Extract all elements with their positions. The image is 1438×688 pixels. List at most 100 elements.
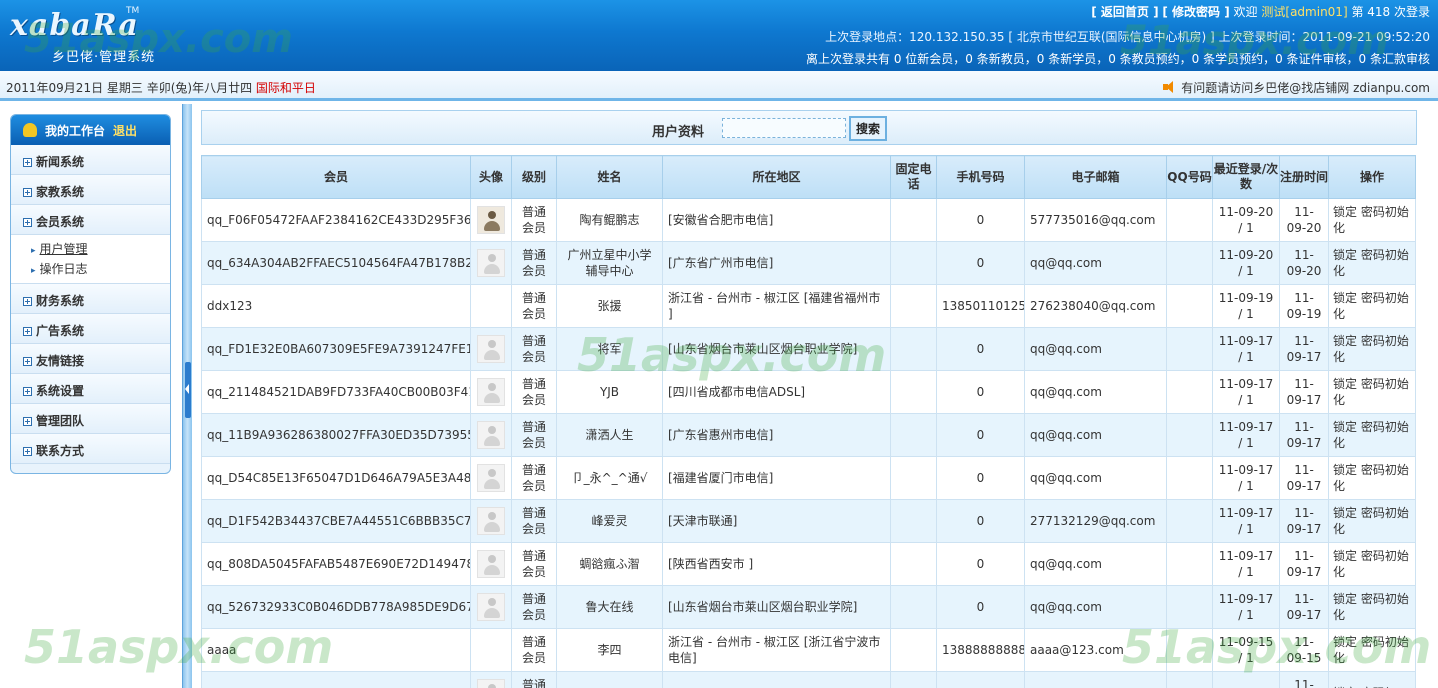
cell-actions[interactable]: 锁定 密码初始化 bbox=[1328, 628, 1416, 672]
cell-qq bbox=[1166, 370, 1213, 414]
sidebar-item-contact[interactable]: 联系方式 bbox=[11, 434, 170, 464]
row-actions-link[interactable]: 锁定 密码初始化 bbox=[1333, 635, 1409, 665]
logo-tm: TM bbox=[126, 6, 140, 16]
col-header-phone[interactable]: 固定电话 bbox=[890, 155, 937, 199]
col-header-avatar[interactable]: 头像 bbox=[470, 155, 512, 199]
cell-qq bbox=[1166, 327, 1213, 371]
col-header-region[interactable]: 所在地区 bbox=[662, 155, 891, 199]
cell-actions[interactable]: 锁定 密码初始化 bbox=[1328, 370, 1416, 414]
sidebar-item-settings[interactable]: 系统设置 bbox=[11, 374, 170, 404]
cell-name: 蜩谽瘋ふ潪 bbox=[556, 542, 663, 586]
cell-actions[interactable]: 锁定 密码初始化 bbox=[1328, 499, 1416, 543]
cell-actions[interactable]: 锁定 密码初始化 bbox=[1328, 284, 1416, 328]
cell-region: [山东省烟台市莱山区烟台职业学院] bbox=[662, 585, 891, 629]
cell-phone bbox=[890, 241, 937, 285]
search-input[interactable] bbox=[722, 118, 846, 138]
cell-member: qq_D1F542B34437CBE7A44551C6BBB35C70 bbox=[201, 499, 471, 543]
sidebar-item-team[interactable]: 管理团队 bbox=[11, 404, 170, 434]
cell-name: 潇洒人生 bbox=[556, 413, 663, 457]
help-text[interactable]: 有问题请访问乡巴佬@找店铺网 zdianpu.com bbox=[1163, 79, 1430, 96]
row-actions-link[interactable]: 锁定 密码初始化 bbox=[1333, 506, 1409, 536]
row-actions-link[interactable]: 锁定 密码初始化 bbox=[1333, 377, 1409, 407]
row-actions-link[interactable]: 锁定 密码初始化 bbox=[1333, 463, 1409, 493]
cell-actions[interactable]: 锁定 密码初始化 bbox=[1328, 542, 1416, 586]
cell-member: qq_D54C85E13F65047D1D646A79A5E3A489 bbox=[201, 456, 471, 500]
cell-actions[interactable]: 锁定 密码初始化 bbox=[1328, 241, 1416, 285]
sidebar-item-label: 财务系统 bbox=[36, 294, 85, 308]
sidebar-item-label: 家教系统 bbox=[36, 185, 85, 199]
col-header-last-login[interactable]: 最近登录/次数 bbox=[1212, 155, 1280, 199]
cell-actions[interactable]: 锁定 密码初始化 bbox=[1328, 327, 1416, 371]
sidebar-item-label: 管理团队 bbox=[36, 414, 85, 428]
sidebar-item-links[interactable]: 友情链接 bbox=[11, 344, 170, 374]
col-header-mobile[interactable]: 手机号码 bbox=[936, 155, 1025, 199]
avatar-icon bbox=[477, 593, 505, 621]
speaker-icon bbox=[1163, 81, 1177, 93]
cell-mobile: 0 bbox=[936, 413, 1025, 457]
collapse-sidebar-toggle[interactable] bbox=[185, 362, 191, 418]
cell-mobile: 0 bbox=[936, 499, 1025, 543]
sidebar-item-tutoring[interactable]: 家教系统 bbox=[11, 175, 170, 205]
row-actions-link[interactable]: 锁定 密码初始化 bbox=[1333, 291, 1409, 321]
cell-avatar bbox=[470, 413, 512, 457]
top-header: xabaRa TM 乡巴佬·管理系统 [ 返回首页 ] [ 修改密码 ] 欢迎 … bbox=[0, 0, 1438, 71]
cell-qq bbox=[1166, 284, 1213, 328]
sidebar-item-ads[interactable]: 广告系统 bbox=[11, 314, 170, 344]
col-header-email[interactable]: 电子邮箱 bbox=[1024, 155, 1167, 199]
cell-mobile: 13850110125 bbox=[936, 284, 1025, 328]
sidebar-splitter[interactable] bbox=[182, 104, 192, 688]
sidebar-panel: 我的工作台 退出 新闻系统 家教系统 会员系统 ▸ 用户管理 ▸ 操作日志 财务系统 … bbox=[0, 104, 182, 688]
col-header-member[interactable]: 会员 bbox=[201, 155, 471, 199]
cell-last-login: 11-09-17 / 1 bbox=[1212, 413, 1280, 457]
col-header-qq[interactable]: QQ号码 bbox=[1166, 155, 1213, 199]
cell-actions[interactable]: 锁定 密码初始化 bbox=[1328, 585, 1416, 629]
cell-level: 普通会员 bbox=[511, 241, 557, 285]
sidebar-item-members[interactable]: 会员系统 bbox=[11, 205, 170, 235]
cell-phone bbox=[890, 413, 937, 457]
cell-region: [广东省惠州市电信] bbox=[662, 413, 891, 457]
cell-actions[interactable]: 锁定 密码初 bbox=[1328, 671, 1416, 688]
cell-phone bbox=[890, 585, 937, 629]
cell-mobile: 13888888888 bbox=[936, 628, 1025, 672]
cell-level: 普通会员 bbox=[511, 456, 557, 500]
cell-qq bbox=[1166, 413, 1213, 457]
row-actions-link[interactable]: 锁定 密码初始化 bbox=[1333, 205, 1409, 235]
cell-qq bbox=[1166, 585, 1213, 629]
col-header-reg-time[interactable]: 注册时间 bbox=[1279, 155, 1329, 199]
help-link[interactable]: 有问题请访问乡巴佬@找店铺网 zdianpu.com bbox=[1181, 81, 1430, 95]
cell-actions[interactable]: 锁定 密码初始化 bbox=[1328, 456, 1416, 500]
cell-mobile: 0 bbox=[936, 585, 1025, 629]
table-row: qq_808DA5045FAFAB5487E690E72D149478 普通会员蜩… bbox=[201, 542, 1416, 586]
cell-actions[interactable]: 锁定 密码初始化 bbox=[1328, 198, 1416, 242]
cell-actions[interactable]: 锁定 密码初始化 bbox=[1328, 413, 1416, 457]
table-row: 普通会员11-09-11-09-锁定 密码初 bbox=[201, 671, 1416, 688]
change-password-link[interactable]: [ 修改密码 ] bbox=[1162, 5, 1229, 19]
sidebar-item-finance[interactable]: 财务系统 bbox=[11, 284, 170, 314]
cell-phone bbox=[890, 284, 937, 328]
cell-region: [陕西省西安市 ] bbox=[662, 542, 891, 586]
logout-link[interactable]: 退出 bbox=[113, 124, 137, 138]
submenu-item-operation-log[interactable]: ▸ 操作日志 bbox=[31, 259, 170, 279]
table-row: ddx123 普通会员 张援 浙江省 - 台州市 - 椒江区 [福建省福州市 ] 138… bbox=[201, 284, 1416, 328]
row-actions-link[interactable]: 锁定 密码初始化 bbox=[1333, 592, 1409, 622]
row-actions-link[interactable]: 锁定 密码初始化 bbox=[1333, 248, 1409, 278]
home-link[interactable]: [ 返回首页 ] bbox=[1091, 5, 1158, 19]
expand-plus-icon bbox=[23, 188, 32, 197]
row-actions-link[interactable]: 锁定 密码初始化 bbox=[1333, 420, 1409, 450]
cell-email: qq@qq.com bbox=[1024, 241, 1167, 285]
col-header-level[interactable]: 级别 bbox=[511, 155, 557, 199]
cell-reg-time: 11-09-17 bbox=[1279, 499, 1329, 543]
row-actions-link[interactable]: 锁定 密码初始化 bbox=[1333, 334, 1409, 364]
row-actions-link[interactable]: 锁定 密码初始化 bbox=[1333, 549, 1409, 579]
search-button[interactable]: 搜索 bbox=[849, 116, 887, 141]
sidebar-item-label: 新闻系统 bbox=[36, 155, 85, 169]
expand-plus-icon bbox=[23, 357, 32, 366]
col-header-name[interactable]: 姓名 bbox=[556, 155, 663, 199]
cell-mobile: 0 bbox=[936, 456, 1025, 500]
cell-email: qq@qq.com bbox=[1024, 413, 1167, 457]
submenu-item-user-management[interactable]: ▸ 用户管理 bbox=[31, 239, 170, 259]
cell-mobile: 0 bbox=[936, 198, 1025, 242]
cell-email bbox=[1024, 671, 1167, 688]
sidebar-item-news[interactable]: 新闻系统 bbox=[11, 145, 170, 175]
cell-level: 普通会员 bbox=[511, 413, 557, 457]
